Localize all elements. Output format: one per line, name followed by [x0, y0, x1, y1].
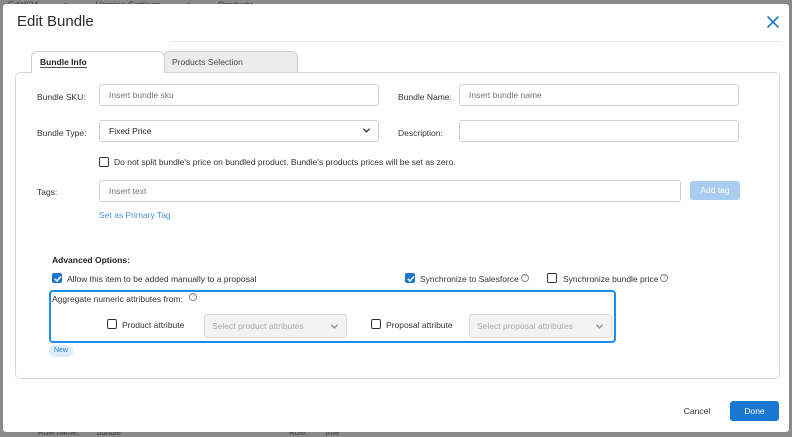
product-attribute-checkbox[interactable]	[107, 319, 117, 329]
aggregate-label: Aggregate numeric attributes from:	[52, 294, 183, 304]
close-button[interactable]	[766, 15, 780, 29]
bundle-name-label: Bundle Name:	[398, 92, 452, 102]
chevron-down-icon	[330, 324, 339, 329]
close-icon[interactable]	[766, 15, 780, 29]
check-icon	[407, 275, 415, 283]
sync-bundle-price-checkbox[interactable]	[547, 273, 557, 283]
chevron-down-icon	[362, 128, 371, 133]
bundle-type-label: Bundle Type:	[37, 128, 87, 138]
bundle-name-input[interactable]	[459, 84, 739, 106]
bundle-type-value: Fixed Price	[109, 126, 152, 136]
allow-manual-checkbox[interactable]	[52, 273, 62, 283]
chevron-down-icon	[595, 324, 604, 329]
bundle-sku-label: Bundle SKU:	[37, 92, 86, 102]
product-attributes-placeholder: Select product attributes	[212, 321, 304, 331]
proposal-attributes-placeholder: Select proposal attributes	[477, 321, 573, 331]
description-input[interactable]	[459, 120, 739, 142]
help-circle-icon[interactable]: ?	[521, 274, 529, 282]
tab-label: Products Selection	[172, 57, 243, 67]
sync-salesforce-label: Synchronize to Salesforce	[420, 274, 519, 284]
tab-bundle-info[interactable]: Bundle Info	[31, 51, 165, 73]
tab-products-selection[interactable]: Products Selection	[163, 51, 298, 72]
description-label: Description:	[398, 128, 443, 138]
help-circle-icon[interactable]: ?	[189, 293, 197, 301]
modal-title: Edit Bundle	[17, 13, 94, 30]
sync-salesforce-checkbox[interactable]	[405, 273, 415, 283]
edit-bundle-modal: Edit Bundle Bundle Info Products Selecti…	[3, 4, 789, 432]
no-split-label: Do not split bundle's price on bundled p…	[114, 157, 456, 167]
tags-input[interactable]	[99, 180, 681, 202]
help-circle-icon[interactable]: ?	[660, 274, 668, 282]
product-attributes-select[interactable]: Select product attributes	[204, 314, 347, 338]
check-icon	[54, 275, 62, 283]
tab-label: Bundle Info	[40, 57, 87, 68]
proposal-attributes-select[interactable]: Select proposal attributes	[469, 314, 612, 338]
cancel-button[interactable]: Cancel	[675, 402, 719, 420]
tags-label: Tags:	[37, 187, 58, 197]
title-divider	[171, 41, 781, 42]
product-attribute-label: Product attribute	[122, 320, 185, 330]
advanced-options-title: Advanced Options:	[52, 255, 130, 265]
new-badge: New	[49, 345, 73, 357]
allow-manual-label: Allow this item to be added manually to …	[67, 274, 257, 284]
proposal-attribute-checkbox[interactable]	[371, 319, 381, 329]
sync-bundle-price-label: Synchronize bundle price	[563, 274, 659, 284]
bundle-type-select[interactable]: Fixed Price	[99, 120, 379, 142]
bundle-sku-input[interactable]	[99, 84, 379, 106]
add-tag-button[interactable]: Add tag	[690, 181, 740, 200]
proposal-attribute-label: Proposal attribute	[386, 320, 453, 330]
set-primary-tag-link[interactable]: Set as Primary Tag	[99, 210, 171, 220]
no-split-checkbox[interactable]	[99, 157, 109, 167]
done-button[interactable]: Done	[730, 401, 779, 421]
